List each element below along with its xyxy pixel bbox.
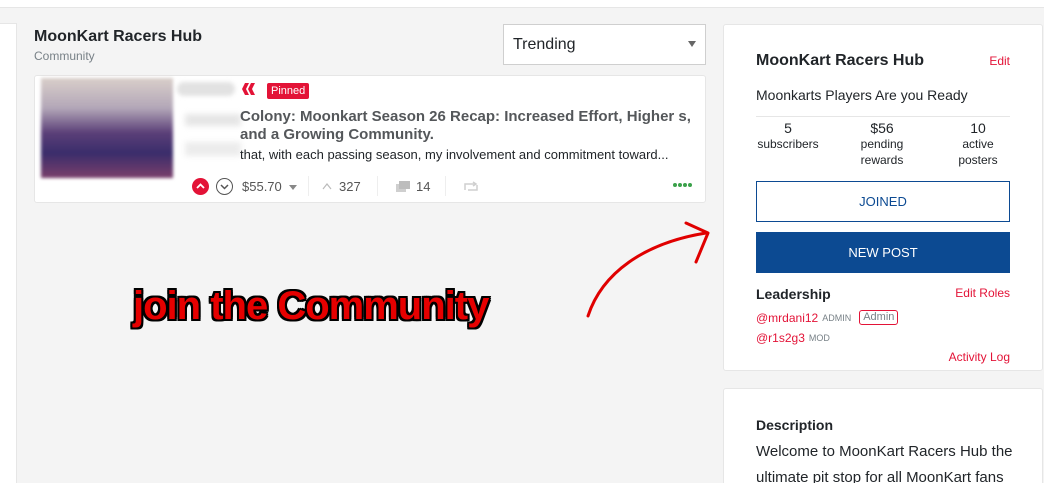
leader-role: MOD xyxy=(808,333,830,343)
more-options-icon[interactable] xyxy=(672,182,692,188)
leader-row: @r1s2g3 MOD xyxy=(756,331,830,345)
post-title[interactable]: Colony: Moonkart Season 26 Recap: Increa… xyxy=(240,108,700,144)
active-label-line1: active xyxy=(962,137,994,151)
chevron-down-icon xyxy=(220,184,229,190)
subscribers-value: 5 xyxy=(784,120,792,136)
sort-selected-label: Trending xyxy=(513,35,576,53)
pinned-badge: Pinned xyxy=(267,83,310,99)
divider xyxy=(308,176,309,196)
pending-label-line2: rewards xyxy=(860,153,904,167)
blurred-area xyxy=(185,114,241,126)
community-subtitle: Community xyxy=(34,49,95,63)
payout-caret-icon[interactable] xyxy=(289,185,297,190)
caret-down-icon xyxy=(688,41,696,47)
stat-subscribers: 5 subscribers xyxy=(750,120,826,152)
post-card[interactable]: Pinned Colony: Moonkart Season 26 Recap:… xyxy=(34,75,706,203)
votes-chevron-icon[interactable] xyxy=(322,182,332,190)
leader-title-badge: Admin xyxy=(859,310,899,325)
active-label-line2: posters xyxy=(958,153,998,167)
description-title: Description xyxy=(756,417,834,433)
edit-roles-link[interactable]: Edit Roles xyxy=(955,286,1010,300)
edit-link[interactable]: Edit xyxy=(989,54,1010,68)
activity-log-link[interactable]: Activity Log xyxy=(949,350,1010,364)
downvote-button[interactable] xyxy=(216,178,233,195)
left-nav-panel xyxy=(0,23,17,483)
leader-username[interactable]: @mrdani12 xyxy=(756,311,818,325)
sidebar-title: MoonKart Racers Hub xyxy=(756,52,925,69)
post-snippet[interactable]: that, with each passing season, my invol… xyxy=(240,147,698,162)
divider xyxy=(756,116,1010,117)
stat-active-posters: 10 active posters xyxy=(940,120,1016,168)
divider xyxy=(445,176,446,196)
subscribers-label: subscribers xyxy=(757,137,819,151)
comments-icon[interactable] xyxy=(396,181,410,192)
top-bar xyxy=(0,0,1044,8)
stat-pending-rewards: $56 pending rewards xyxy=(844,120,920,168)
blurred-area xyxy=(185,142,241,156)
reblog-icon[interactable] xyxy=(464,181,478,192)
comments-count[interactable]: 14 xyxy=(416,179,430,194)
hive-logo-icon xyxy=(242,83,255,95)
description-card: Description Welcome to MoonKart Racers H… xyxy=(723,388,1043,483)
annotation-text: join the Community xyxy=(133,284,489,328)
leader-role: ADMIN xyxy=(822,312,852,323)
pending-label-line1: pending xyxy=(860,137,904,151)
pending-rewards-value: $56 xyxy=(870,120,894,136)
description-text: Welcome to MoonKart Racers Hub the ultim… xyxy=(756,443,1013,483)
votes-count[interactable]: 327 xyxy=(339,179,361,194)
community-title[interactable]: MoonKart Racers Hub xyxy=(34,28,202,46)
leadership-title: Leadership xyxy=(756,286,831,302)
community-sidebar: MoonKart Racers Hub Edit Moonkarts Playe… xyxy=(723,24,1043,371)
post-thumbnail[interactable] xyxy=(41,78,173,178)
chevron-up-icon xyxy=(196,183,205,189)
post-author-blurred xyxy=(177,82,235,96)
divider xyxy=(377,176,378,196)
active-posters-value: 10 xyxy=(970,120,986,136)
new-post-button[interactable]: NEW POST xyxy=(756,232,1010,273)
joined-button[interactable]: JOINED xyxy=(756,181,1010,222)
annotation-arrow-icon xyxy=(586,221,710,318)
sort-dropdown[interactable]: Trending xyxy=(503,24,706,65)
upvote-button[interactable] xyxy=(192,178,209,195)
payout-value[interactable]: $55.70 xyxy=(242,179,282,194)
leader-username[interactable]: @r1s2g3 xyxy=(756,331,805,345)
community-about: Moonkarts Players Are you Ready xyxy=(756,87,968,103)
leader-row: @mrdani12 ADMIN Admin xyxy=(756,310,899,325)
